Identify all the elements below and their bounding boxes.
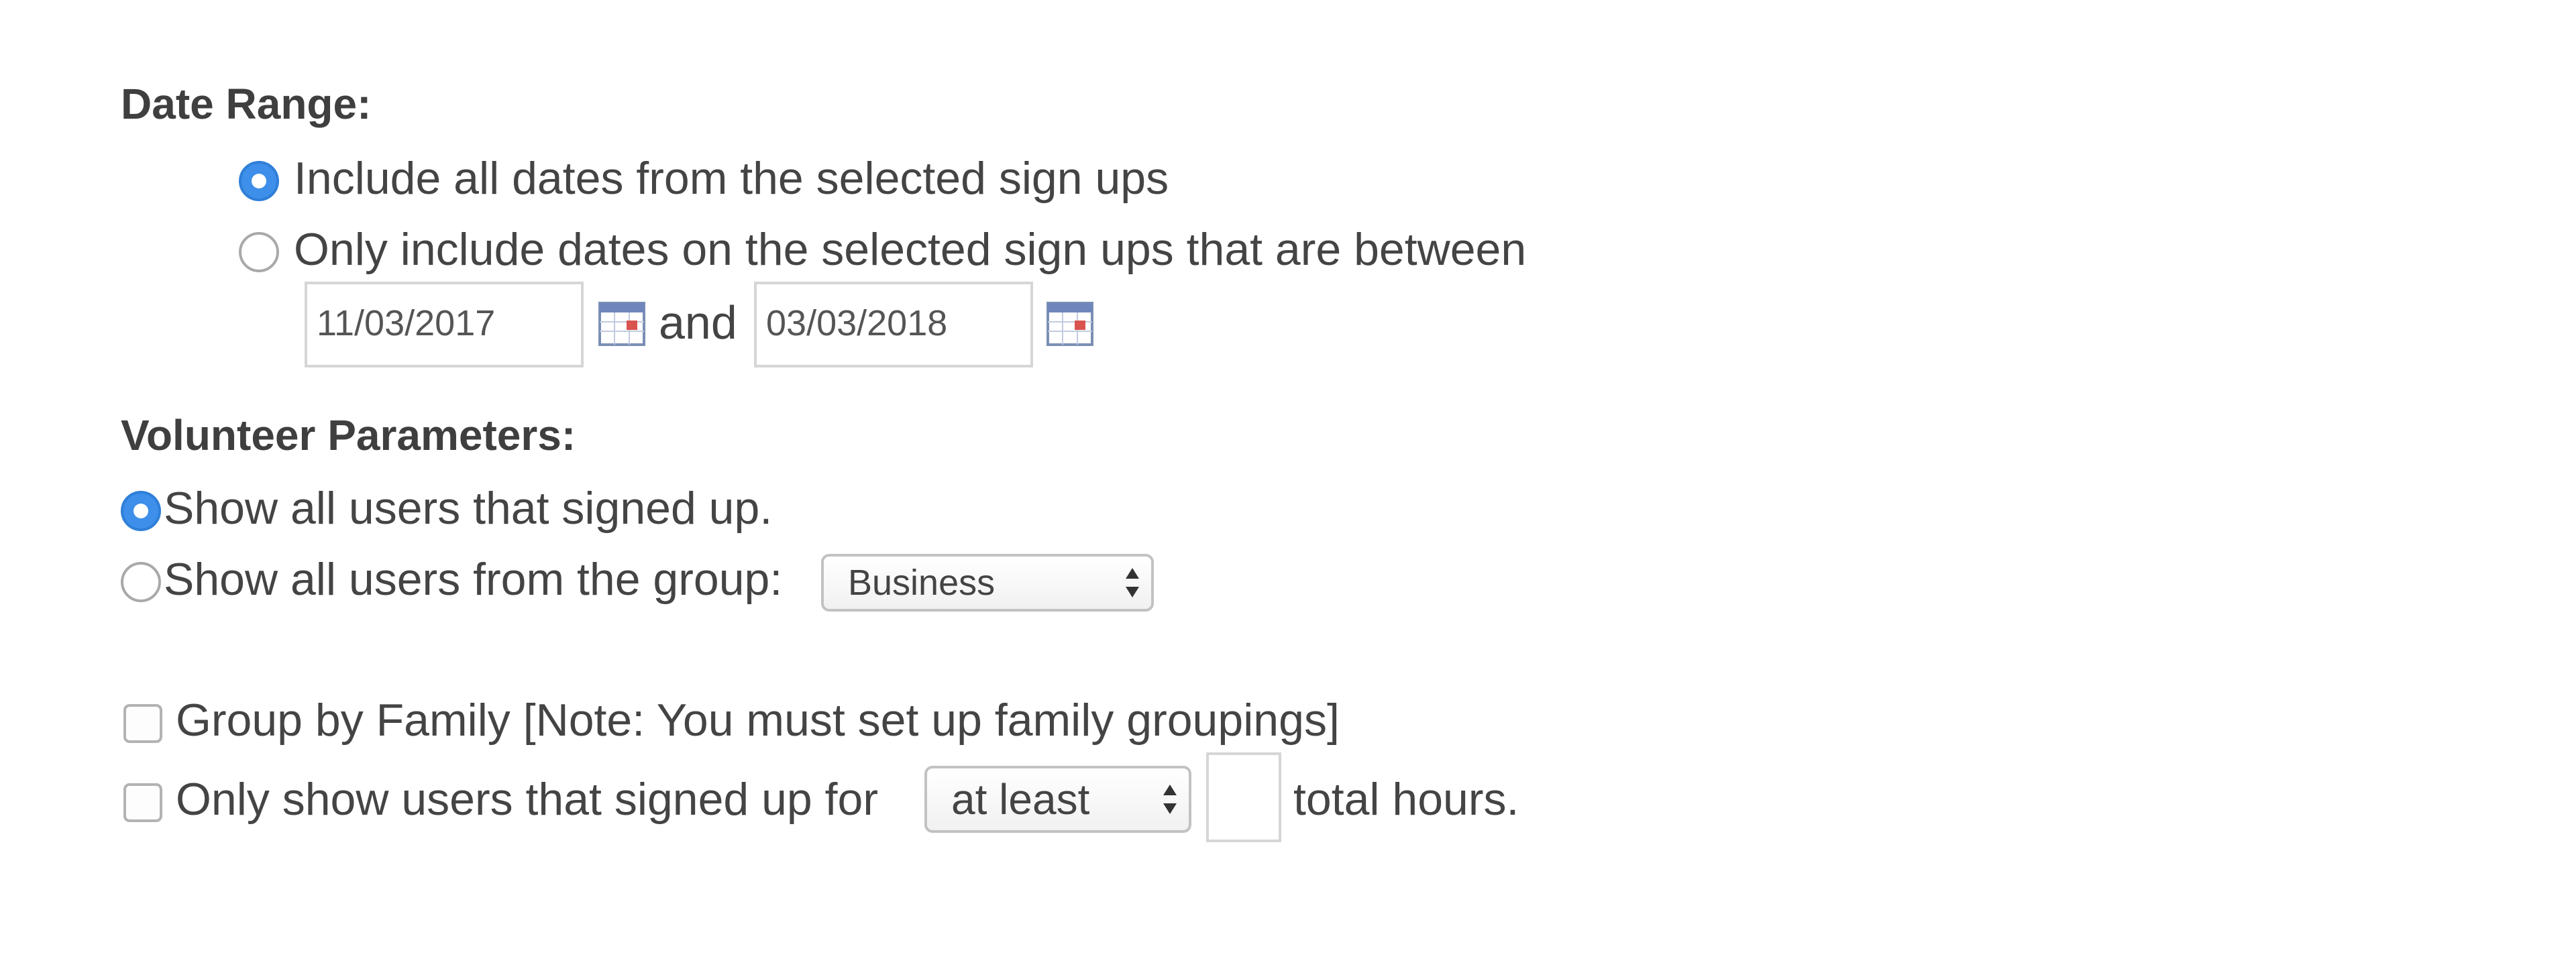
calendar-icon — [1046, 302, 1093, 346]
group-by-family-checkbox[interactable] — [123, 704, 162, 743]
include-all-dates-label: Include all dates from the selected sign… — [294, 153, 1169, 204]
updown-arrows-icon — [1163, 785, 1177, 814]
calendar-icon[interactable] — [598, 302, 645, 346]
hours-filter-suffix-label: total hours. — [1293, 774, 1519, 825]
calendar-icon[interactable] — [1046, 302, 1093, 346]
radio-date-between[interactable] — [239, 232, 279, 272]
end-date-input[interactable]: 03/03/2018 — [754, 282, 1033, 367]
radio-show-group-users[interactable] — [121, 562, 161, 602]
volunteer-parameters-title: Volunteer Parameters: — [121, 411, 576, 459]
group-select-value: Business — [848, 563, 996, 603]
hours-value-input[interactable] — [1206, 752, 1281, 842]
show-all-users-label: Show all users that signed up. — [164, 483, 773, 534]
hours-comparator-select[interactable]: at least — [924, 766, 1191, 833]
hours-filter-prefix-label: Only show users that signed up for — [176, 774, 878, 825]
show-group-users-label: Show all users from the group: — [164, 554, 783, 605]
date-connector-label: and — [659, 296, 737, 349]
group-by-family-label: Group by Family [Note: You must set up f… — [176, 695, 1340, 746]
calendar-icon — [598, 302, 645, 346]
start-date-input[interactable]: 11/03/2017 — [305, 282, 584, 367]
hours-comparator-value: at least — [951, 775, 1090, 823]
radio-show-all-users[interactable] — [121, 491, 161, 531]
date-between-label: Only include dates on the selected sign … — [294, 224, 1527, 275]
group-select[interactable]: Business — [821, 554, 1154, 612]
date-range-title: Date Range: — [121, 80, 372, 128]
radio-include-all-dates[interactable] — [239, 161, 279, 201]
updown-arrows-icon — [1126, 568, 1139, 597]
hours-filter-checkbox[interactable] — [123, 783, 162, 822]
